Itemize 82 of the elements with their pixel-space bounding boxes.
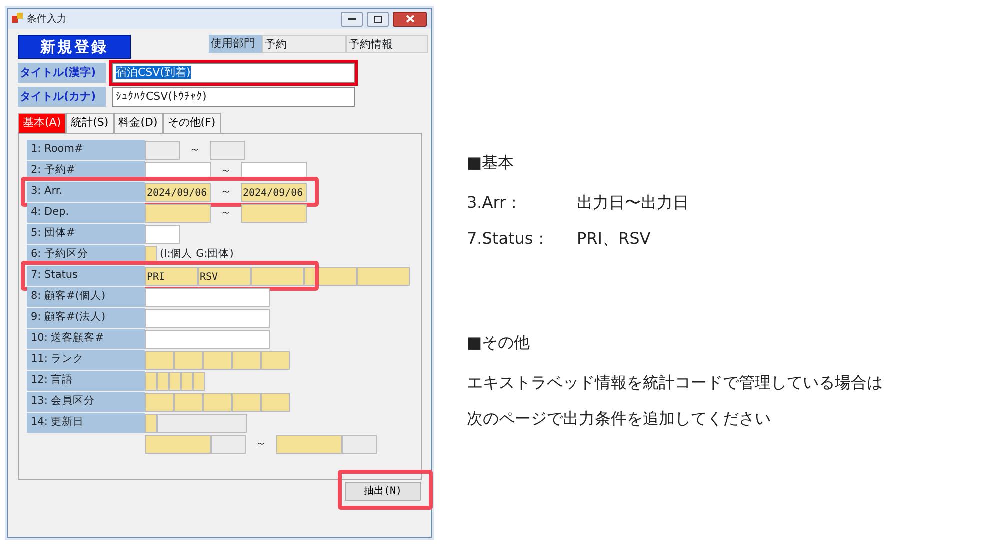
field-label: 4: Dep. bbox=[27, 203, 145, 223]
field-label: 1: Room# bbox=[27, 140, 145, 160]
hint-text: (I:個人 G:団体) bbox=[159, 247, 234, 262]
input-field[interactable] bbox=[145, 140, 180, 160]
input-field[interactable] bbox=[251, 266, 304, 286]
range-separator: ～ bbox=[188, 142, 202, 158]
input-field[interactable] bbox=[145, 392, 174, 412]
field-label: 13: 会員区分 bbox=[27, 392, 145, 412]
note-text: 出力日〜出力日 bbox=[577, 192, 689, 214]
input-field[interactable] bbox=[241, 204, 307, 222]
field-label: 8: 顧客#(個人) bbox=[27, 287, 145, 307]
input-field[interactable] bbox=[181, 372, 193, 390]
input-field[interactable] bbox=[304, 266, 357, 286]
tab[interactable]: 基本(A) bbox=[18, 113, 66, 132]
field-label: 11: ランク bbox=[27, 350, 145, 370]
title-field[interactable]: 宿泊CSV(到着) bbox=[112, 63, 355, 83]
input-field[interactable] bbox=[357, 266, 410, 286]
department-value: 予約 bbox=[262, 35, 346, 53]
note-text: PRI、RSV bbox=[577, 228, 651, 250]
field-label: 3: Arr. bbox=[27, 182, 145, 202]
input-field[interactable] bbox=[145, 308, 270, 328]
input-field[interactable] bbox=[342, 434, 377, 454]
note-term: 7.Status： bbox=[467, 228, 550, 250]
input-field[interactable]: 2024/09/06 bbox=[241, 182, 307, 202]
field-label: 12: 言語 bbox=[27, 371, 145, 391]
input-field[interactable] bbox=[203, 350, 232, 370]
input-field[interactable] bbox=[211, 434, 246, 454]
title-label: タイトル(漢字) bbox=[18, 63, 106, 83]
input-field[interactable] bbox=[157, 372, 169, 390]
mode-label: 新規登録 bbox=[18, 35, 131, 59]
range-separator: ～ bbox=[220, 162, 232, 179]
input-field[interactable] bbox=[145, 204, 211, 222]
department-label: 使用部門 bbox=[209, 35, 262, 53]
note-text: 次のページで出力条件を追加してください bbox=[467, 408, 772, 430]
range-separator: ～ bbox=[254, 436, 268, 452]
field-label: 9: 顧客#(法人) bbox=[27, 308, 145, 328]
note-text: エキストラベッド情報を統計コードで管理している場合は bbox=[467, 372, 883, 394]
input-field[interactable] bbox=[145, 288, 270, 306]
input-field[interactable] bbox=[232, 350, 261, 370]
range-separator: ～ bbox=[220, 204, 232, 221]
input-field[interactable] bbox=[261, 392, 290, 412]
range-separator: ～ bbox=[220, 184, 232, 200]
maximize-icon bbox=[374, 16, 382, 22]
input-field[interactable] bbox=[193, 372, 205, 390]
close-button[interactable] bbox=[393, 12, 427, 26]
input-field[interactable] bbox=[174, 392, 203, 412]
field-label: 10: 送客顧客# bbox=[27, 329, 145, 349]
extract-button[interactable]: 抽出(N) bbox=[345, 482, 421, 500]
title-field[interactable]: ｼｭｸﾊｸCSV(ﾄｳﾁｬｸ) bbox=[112, 87, 355, 107]
maximize-button[interactable] bbox=[367, 12, 389, 26]
minimize-icon bbox=[348, 18, 356, 20]
input-field[interactable] bbox=[157, 414, 247, 432]
input-field[interactable] bbox=[145, 224, 180, 244]
department-name: 予約情報 bbox=[346, 35, 428, 53]
input-field[interactable] bbox=[145, 434, 211, 454]
input-field[interactable]: PRI bbox=[145, 266, 198, 286]
input-field[interactable] bbox=[145, 350, 174, 370]
note-heading: ■基本 bbox=[467, 152, 516, 174]
field-label: 7: Status bbox=[27, 266, 145, 286]
input-field[interactable] bbox=[276, 434, 342, 454]
minimize-button[interactable] bbox=[341, 12, 363, 26]
input-field[interactable]: RSV bbox=[198, 266, 251, 286]
note-term: 3.Arr： bbox=[467, 192, 524, 214]
note-heading: ■その他 bbox=[467, 332, 532, 354]
input-field[interactable] bbox=[145, 414, 157, 432]
tab[interactable]: その他(F) bbox=[162, 113, 221, 132]
title-label: タイトル(カナ) bbox=[18, 87, 106, 107]
input-field[interactable] bbox=[169, 372, 181, 390]
tab[interactable]: 統計(S) bbox=[66, 113, 114, 132]
field-label: 5: 団体# bbox=[27, 224, 145, 244]
input-field[interactable]: 2024/09/06 bbox=[145, 182, 211, 202]
tab[interactable]: 料金(D) bbox=[114, 113, 163, 132]
input-field[interactable] bbox=[261, 350, 290, 370]
input-field[interactable] bbox=[210, 140, 245, 160]
window-title: 条件入力 bbox=[27, 12, 68, 26]
field-label: 14: 更新日 bbox=[27, 413, 145, 433]
input-field[interactable] bbox=[232, 392, 261, 412]
input-field[interactable] bbox=[174, 350, 203, 370]
close-icon bbox=[406, 15, 414, 23]
input-field[interactable] bbox=[145, 330, 270, 348]
input-field[interactable] bbox=[145, 372, 157, 390]
input-field[interactable] bbox=[203, 392, 232, 412]
